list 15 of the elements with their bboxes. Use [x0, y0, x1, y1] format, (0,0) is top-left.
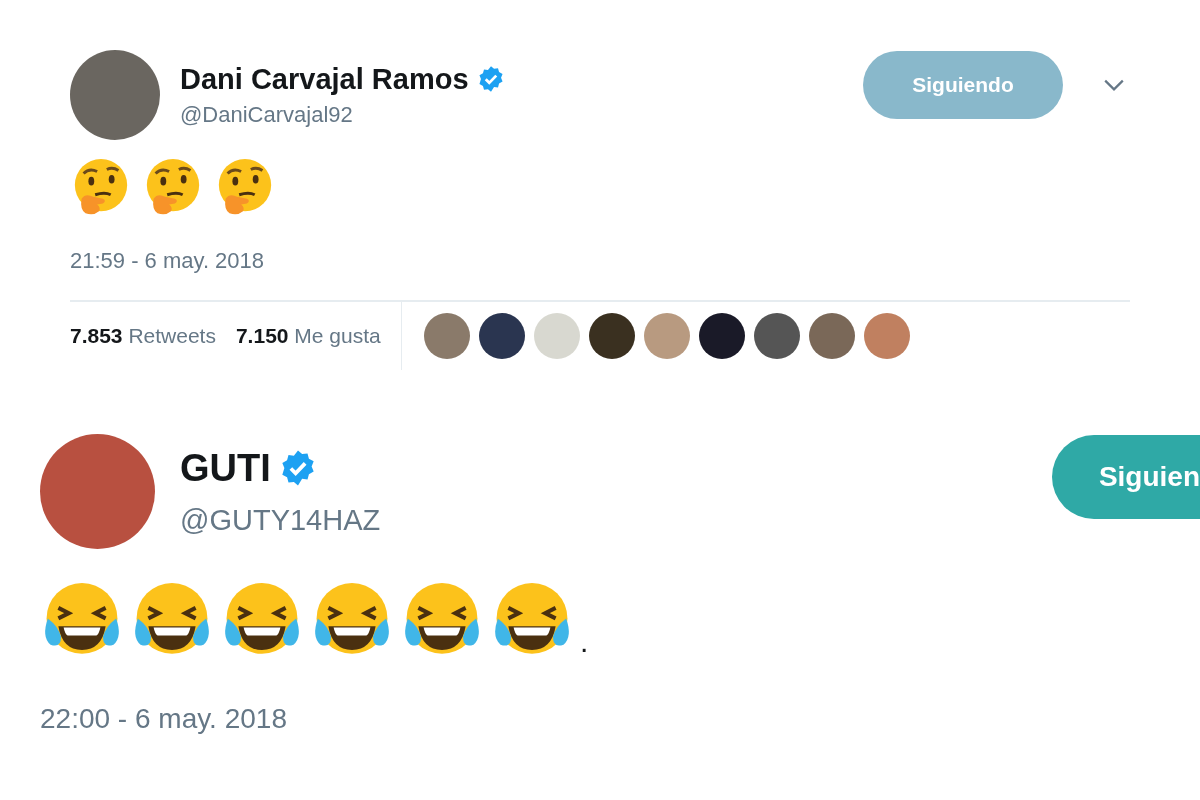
stat-count[interactable]: 7.150 Me gusta: [235, 324, 381, 348]
user-handle[interactable]: @DaniCarvajal92: [180, 101, 505, 128]
following-button[interactable]: Siguien: [1051, 434, 1200, 519]
liker-avatar-placeholder[interactable]: [698, 313, 745, 359]
liker-avatar-placeholder[interactable]: [588, 313, 635, 359]
liker-avatar-placeholder[interactable]: [753, 313, 800, 359]
tweet-timestamp[interactable]: 22:00 - 6 may. 2018: [40, 703, 1200, 735]
user-name[interactable]: GUTI: [180, 446, 271, 490]
tweet-timestamp[interactable]: 21:59 - 6 may. 2018: [70, 248, 1130, 274]
stat-count[interactable]: 7.853 Retweets: [70, 324, 216, 348]
tweet-text: .: [580, 625, 589, 659]
liker-avatar-placeholder[interactable]: [478, 313, 525, 359]
user-handle[interactable]: @GUTY14HAZ: [180, 503, 381, 537]
user-name[interactable]: Dani Carvajal Ramos: [180, 62, 469, 96]
caret-icon[interactable]: [1103, 78, 1125, 92]
